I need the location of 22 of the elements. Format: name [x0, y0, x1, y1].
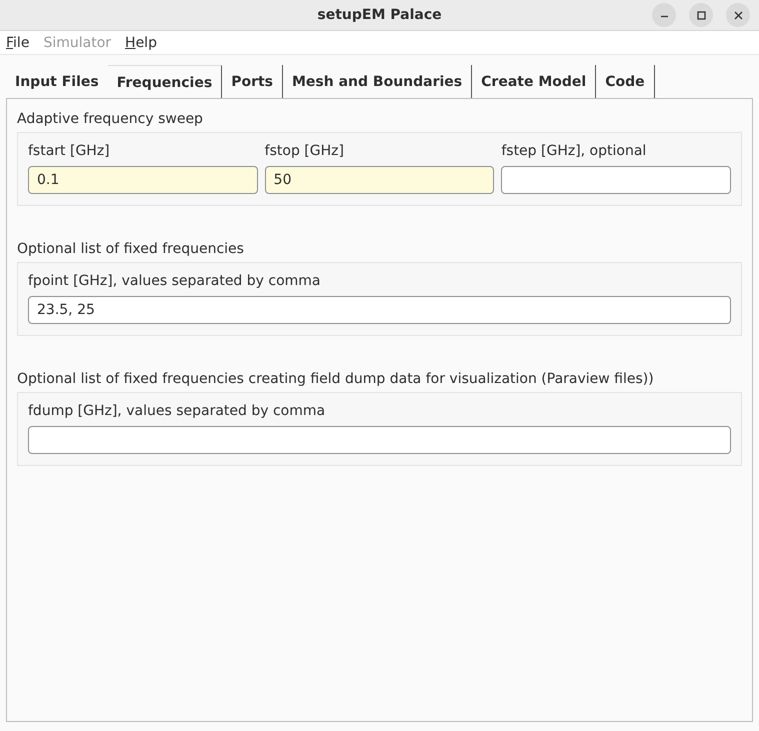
field-label: fdump [GHz], values separated by comma [28, 402, 326, 421]
close-button[interactable] [726, 3, 750, 27]
menu-item[interactable]: File [6, 31, 30, 54]
window-title: setupEM Palace [317, 7, 442, 23]
input-field[interactable]: 50 [264, 166, 494, 194]
maximize-button[interactable] [689, 3, 713, 27]
field-label: fpoint [GHz], values separated by comma [28, 272, 322, 291]
group-title: Optional list of fixed frequencies creating field dump data for visualization (Paraview files)) [17, 370, 655, 389]
input-field[interactable]: 23.5, 25 [28, 296, 731, 324]
close-icon [732, 10, 744, 20]
input-field[interactable]: 0.1 [28, 166, 258, 194]
input-field[interactable] [501, 166, 732, 194]
tab[interactable]: Frequencies [108, 65, 222, 98]
input-field[interactable] [28, 426, 731, 454]
menu-item[interactable]: Help [125, 31, 157, 54]
field-label: fstep [GHz], optional [501, 142, 648, 161]
field-label: fstop [GHz] [264, 142, 345, 161]
group-title: Optional list of fixed frequencies [17, 240, 245, 259]
maximize-icon [696, 10, 706, 20]
minimize-button[interactable] [652, 3, 676, 27]
field-label: fstart [GHz] [28, 142, 111, 161]
group-title: Adaptive frequency sweep [17, 110, 204, 129]
